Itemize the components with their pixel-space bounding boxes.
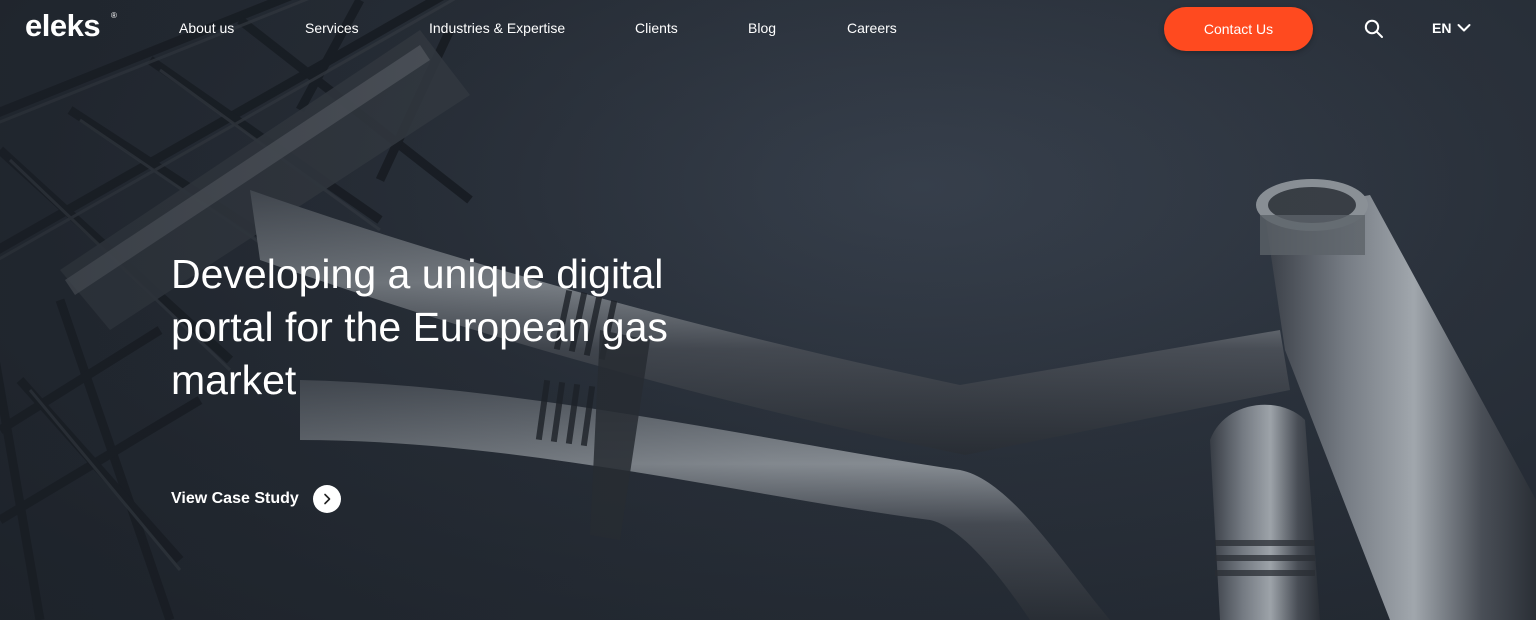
view-case-study-link[interactable]: View Case Study (171, 485, 341, 513)
cta-label: View Case Study (171, 490, 299, 507)
nav-services[interactable]: Services (305, 20, 359, 36)
cta-circle[interactable] (312, 485, 341, 513)
eleks-logo[interactable]: eleks (25, 8, 101, 44)
hero-section: eleks ® About us Services Industries & E… (0, 0, 1536, 620)
contact-us-button[interactable]: Contact Us (1164, 7, 1313, 51)
site-header: eleks ® About us Services Industries & E… (0, 0, 1536, 58)
nav-blog[interactable]: Blog (748, 20, 776, 36)
nav-careers[interactable]: Careers (847, 20, 897, 36)
search-icon[interactable] (1364, 19, 1384, 39)
nav-clients[interactable]: Clients (635, 20, 678, 36)
nav-about-us[interactable]: About us (179, 20, 234, 36)
language-selector[interactable]: EN (1432, 20, 1471, 36)
chevron-right-icon (323, 493, 331, 505)
nav-industries-expertise[interactable]: Industries & Expertise (429, 20, 565, 36)
language-label: EN (1432, 20, 1452, 36)
hero-headline: Developing a unique digital portal for t… (171, 251, 668, 403)
registered-mark: ® (111, 11, 117, 20)
chevron-down-icon (1457, 24, 1471, 32)
